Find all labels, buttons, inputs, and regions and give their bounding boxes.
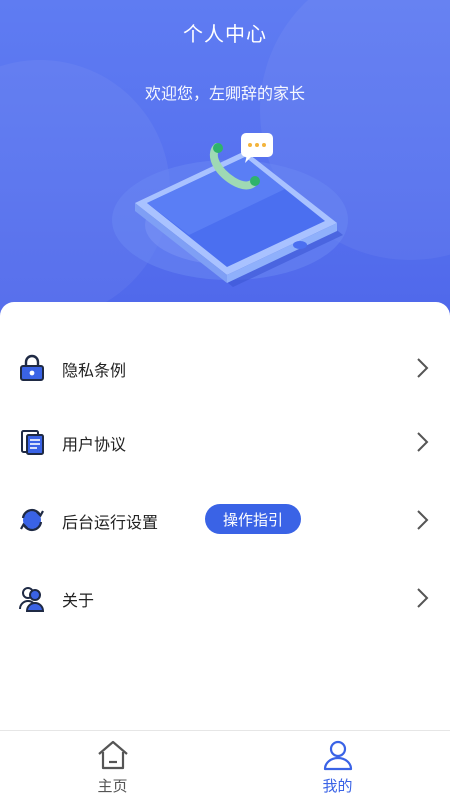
document-icon [21,430,44,455]
header-banner: 个人中心 欢迎您，左卿辞的家长 [0,0,450,330]
chevron-right-icon [417,432,429,452]
phone-illustration [112,133,348,287]
settings-card: 隐私条例 用户协议 后台运行设置 操作指引 关于 [0,302,450,732]
tab-label: 我的 [322,777,353,795]
chevron-right-icon [417,588,429,608]
menu-item-label: 关于 [62,591,95,610]
menu-item-privacy[interactable]: 隐私条例 [0,340,450,396]
lock-icon [20,354,44,381]
welcome-text: 欢迎您，左卿辞的家长 [144,84,305,103]
bottom-tab-bar: 主页 我的 [0,730,450,801]
menu-item-label: 隐私条例 [62,361,127,380]
guide-button[interactable]: 操作指引 [205,504,301,534]
users-icon [19,587,45,612]
menu-item-label: 后台运行设置 [62,513,159,532]
tab-home[interactable]: 主页 [0,731,225,801]
chevron-right-icon [417,510,429,530]
user-icon [323,740,353,771]
menu-item-user-agreement[interactable]: 用户协议 [0,414,450,470]
tab-label: 主页 [97,777,128,795]
home-icon [98,740,128,770]
menu-item-background-run[interactable]: 后台运行设置 操作指引 [0,492,450,548]
tab-mine[interactable]: 我的 [225,731,450,801]
page-title: 个人中心 [183,22,267,46]
sync-icon [20,508,44,532]
menu-item-about[interactable]: 关于 [0,570,450,626]
chevron-right-icon [417,358,429,378]
menu-item-label: 用户协议 [62,435,127,454]
